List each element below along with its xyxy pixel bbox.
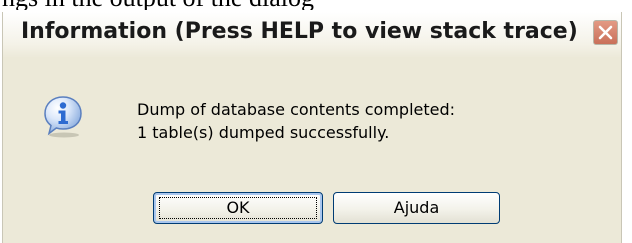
information-dialog: Information (Press HELP to view stack tr…	[2, 12, 622, 243]
message-line-1: Dump of database contents completed:	[137, 100, 456, 119]
dialog-message: Dump of database contents completed: 1 t…	[137, 98, 455, 144]
focus-rectangle	[159, 197, 317, 219]
background-text-fragment: ngs in the output of the dialog	[0, 0, 632, 10]
close-button[interactable]	[593, 20, 618, 45]
info-icon	[44, 96, 82, 138]
background-text: ngs in the output of the dialog	[2, 0, 314, 10]
message-line-2: 1 table(s) dumped successfully.	[137, 123, 390, 142]
dialog-title: Information (Press HELP to view stack tr…	[21, 19, 578, 44]
dialog-titlebar: Information (Press HELP to view stack tr…	[3, 12, 621, 58]
ok-button[interactable]: OK	[153, 192, 323, 224]
help-button[interactable]: Ajuda	[333, 192, 500, 224]
help-button-label: Ajuda	[393, 198, 440, 217]
close-icon	[598, 25, 613, 40]
